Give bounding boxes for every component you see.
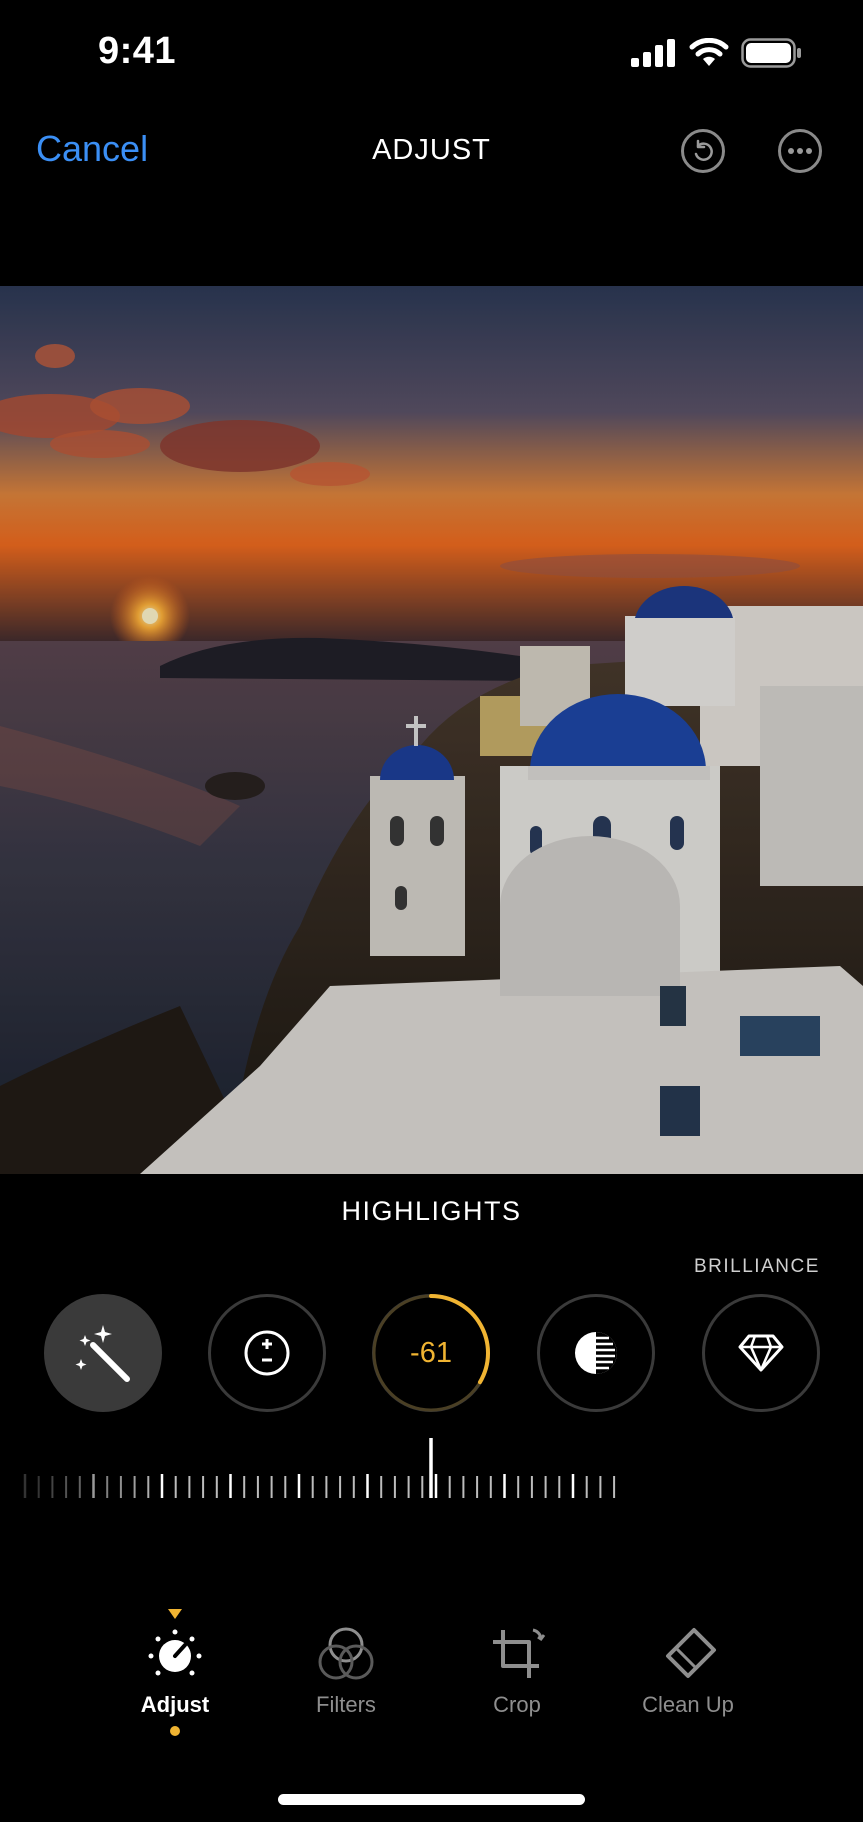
next-tool-label: BRILLIANCE xyxy=(694,1256,820,1277)
diamond-icon xyxy=(738,1334,784,1372)
tab-cleanup-label: Clean Up xyxy=(642,1692,734,1717)
tab-filters[interactable]: Filters xyxy=(271,1608,421,1718)
selected-indicator-icon xyxy=(168,1609,182,1619)
santorini-sunset-photo xyxy=(0,286,863,1174)
shadows-icon xyxy=(575,1332,617,1374)
tab-cleanup[interactable]: Clean Up xyxy=(613,1608,763,1718)
ellipsis-icon xyxy=(788,148,812,154)
magic-wand-icon xyxy=(75,1325,130,1382)
tab-filters-label: Filters xyxy=(316,1692,376,1717)
home-indicator xyxy=(278,1794,585,1805)
photo-preview[interactable] xyxy=(0,286,863,1174)
brilliance-button[interactable] xyxy=(702,1294,820,1412)
adjust-dial-icon xyxy=(148,1629,202,1676)
signal-icon xyxy=(631,39,675,67)
highlights-dial[interactable]: -61 xyxy=(372,1294,490,1412)
tab-adjust-label: Adjust xyxy=(140,1692,210,1717)
tab-adjust[interactable]: Adjust xyxy=(100,1608,250,1736)
tab-crop[interactable]: Crop xyxy=(442,1608,592,1718)
revert-button[interactable] xyxy=(681,129,725,173)
battery-icon xyxy=(741,38,801,68)
eraser-icon xyxy=(666,1628,716,1678)
crop-icon xyxy=(493,1628,546,1678)
active-tool-label: HIGHLIGHTS xyxy=(341,1196,522,1226)
undo-icon xyxy=(694,139,713,161)
slider-ticks xyxy=(23,1474,616,1498)
exposure-button[interactable] xyxy=(208,1294,326,1412)
status-icons xyxy=(631,38,803,68)
exposure-icon xyxy=(244,1330,290,1376)
more-options-button[interactable] xyxy=(778,129,822,173)
highlights-progress-ring xyxy=(372,1294,490,1412)
tab-crop-label: Crop xyxy=(493,1692,541,1717)
active-tab-dot xyxy=(170,1726,180,1736)
page-title: ADJUST xyxy=(372,134,491,166)
wifi-icon xyxy=(689,38,729,66)
status-time: 9:41 xyxy=(98,30,177,72)
filters-circles-icon xyxy=(318,1627,374,1680)
shadows-button[interactable] xyxy=(537,1294,655,1412)
adjustment-slider[interactable] xyxy=(20,1430,843,1500)
auto-enhance-button[interactable] xyxy=(44,1294,162,1412)
